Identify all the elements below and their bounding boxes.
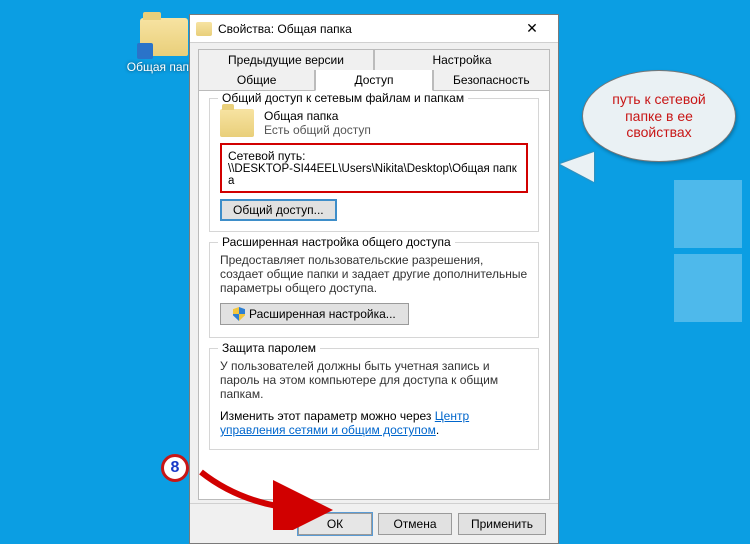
- shield-icon: [233, 307, 245, 321]
- dialog-buttons: ОК Отмена Применить: [190, 503, 558, 543]
- tab-sharing[interactable]: Доступ: [315, 70, 432, 91]
- folder-icon: [220, 109, 254, 137]
- group-legend: Общий доступ к сетевым файлам и папкам: [218, 91, 468, 105]
- password-description: У пользователей должны быть учетная запи…: [220, 359, 528, 401]
- callout-tail: [560, 152, 594, 182]
- password-change-text: Изменить этот параметр можно через Центр…: [220, 409, 528, 437]
- close-button[interactable]: ✕: [512, 18, 552, 40]
- properties-dialog: Свойства: Общая папка ✕ Предыдущие верси…: [189, 14, 559, 544]
- windows-logo: [600, 180, 750, 330]
- folder-icon: [140, 18, 188, 56]
- network-path-box: Сетевой путь: \\DESKTOP-SI44EEL\Users\Ni…: [220, 143, 528, 193]
- share-button[interactable]: Общий доступ...: [220, 199, 337, 221]
- group-legend: Защита паролем: [218, 341, 320, 355]
- titlebar: Свойства: Общая папка ✕: [190, 15, 558, 43]
- tabs: Предыдущие версии Настройка Общие Доступ…: [190, 43, 558, 500]
- group-network-sharing: Общий доступ к сетевым файлам и папкам О…: [209, 98, 539, 232]
- cancel-button[interactable]: Отмена: [378, 513, 452, 535]
- ok-button[interactable]: ОК: [298, 513, 372, 535]
- group-password-protection: Защита паролем У пользователей должны бы…: [209, 348, 539, 450]
- apply-button[interactable]: Применить: [458, 513, 546, 535]
- network-path-label: Сетевой путь:: [228, 149, 520, 163]
- advanced-sharing-button[interactable]: Расширенная настройка...: [220, 303, 409, 325]
- tab-previous-versions[interactable]: Предыдущие версии: [198, 49, 374, 71]
- shared-folder-name: Общая папка: [264, 109, 371, 123]
- tab-security[interactable]: Безопасность: [433, 70, 550, 91]
- group-advanced-sharing: Расширенная настройка общего доступа Пре…: [209, 242, 539, 338]
- dialog-title: Свойства: Общая папка: [218, 22, 512, 36]
- shared-status: Есть общий доступ: [264, 123, 371, 137]
- tab-content-sharing: Общий доступ к сетевым файлам и папкам О…: [198, 90, 550, 500]
- advanced-button-label: Расширенная настройка...: [249, 307, 396, 321]
- tab-customize[interactable]: Настройка: [374, 49, 550, 71]
- network-path-value[interactable]: \\DESKTOP-SI44EEL\Users\Nikita\Desktop\О…: [228, 163, 520, 187]
- folder-icon: [196, 22, 212, 36]
- advanced-description: Предоставляет пользовательские разрешени…: [220, 253, 528, 295]
- group-legend: Расширенная настройка общего доступа: [218, 235, 455, 249]
- step-badge: 8: [161, 454, 189, 482]
- tab-general[interactable]: Общие: [198, 70, 315, 91]
- callout-bubble: путь к сетевой папке в ее свойствах: [582, 70, 736, 162]
